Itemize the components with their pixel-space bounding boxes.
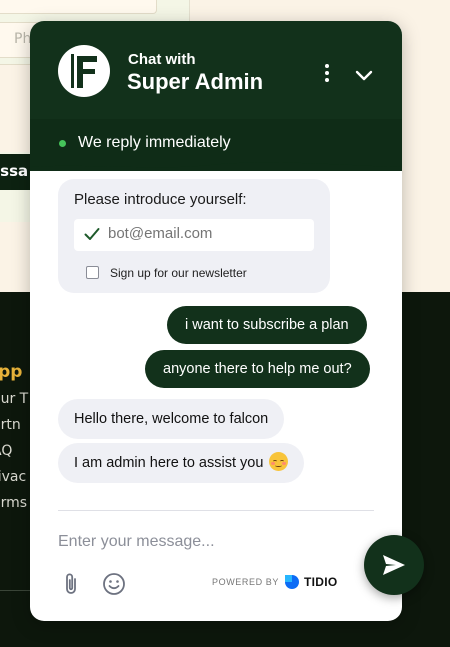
check-icon (84, 228, 100, 240)
visitor-message: i want to subscribe a plan (167, 306, 367, 344)
agent-message-text: I am admin here to assist you (74, 455, 264, 471)
footer-link[interactable]: AQ (0, 443, 12, 459)
composer-divider (58, 510, 374, 511)
send-button[interactable] (364, 535, 424, 595)
agent-name: Super Admin (127, 69, 264, 94)
agent-message: I am admin here to assist you (58, 443, 305, 483)
intro-card: Please introduce yourself: Sign up for o… (58, 179, 330, 293)
chevron-down-icon[interactable] (353, 64, 375, 86)
footer-link[interactable]: erms (0, 495, 27, 511)
last-name-input[interactable]: Last Name (0, 0, 157, 14)
falcon-logo-icon (71, 54, 97, 88)
smiley-icon[interactable] (102, 572, 126, 596)
email-input[interactable] (108, 225, 304, 242)
online-status-dot (59, 140, 66, 147)
send-message-label: essa (0, 162, 29, 180)
send-arrow-icon (383, 555, 405, 575)
smiling-blush-emoji-icon (269, 452, 289, 471)
email-field[interactable] (74, 219, 314, 251)
footer-link[interactable]: artn (0, 417, 21, 433)
chat-with-label: Chat with (128, 51, 196, 68)
footer-support-heading: upp (0, 362, 23, 382)
vertical-dots-icon[interactable] (317, 61, 337, 85)
powered-by-label: POWERED BY (212, 577, 280, 587)
footer-link[interactable]: our T (0, 391, 28, 407)
tidio-logo-icon (285, 575, 299, 589)
visitor-message: anyone there to help me out? (145, 350, 370, 388)
newsletter-checkbox[interactable] (86, 266, 99, 279)
chat-widget: Chat with Super Admin We reply immediate… (30, 21, 402, 621)
intro-title: Please introduce yourself: (74, 191, 247, 208)
status-text: We reply immediately (78, 134, 231, 151)
agent-avatar (58, 45, 110, 97)
message-input[interactable] (58, 533, 358, 551)
footer-link[interactable]: rivac (0, 469, 26, 485)
agent-message: Hello there, welcome to falcon (58, 399, 285, 439)
paperclip-icon[interactable] (60, 571, 82, 597)
tidio-brand[interactable]: TIDIO (304, 575, 338, 589)
newsletter-label: Sign up for our newsletter (110, 266, 247, 280)
